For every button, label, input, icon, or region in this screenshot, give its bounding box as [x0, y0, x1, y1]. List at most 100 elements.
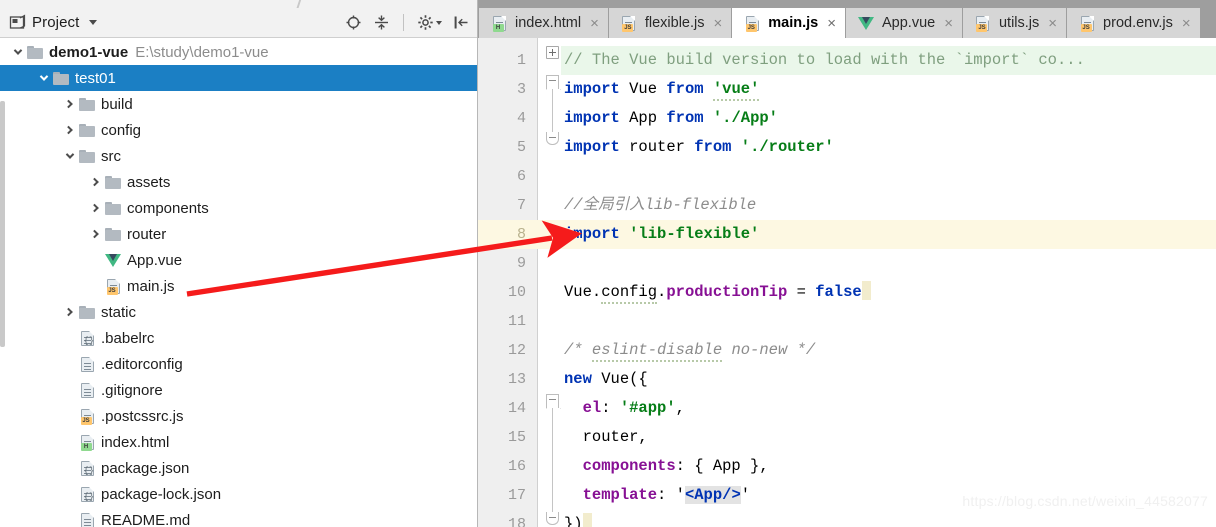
chevron-down-icon[interactable] — [62, 148, 78, 164]
tree-item-static[interactable]: static — [0, 299, 477, 325]
collapse-all-icon[interactable] — [373, 14, 390, 31]
tree-item-components[interactable]: components — [0, 195, 477, 221]
folder-icon — [27, 45, 43, 59]
tab-close-icon[interactable]: × — [827, 16, 836, 31]
chevron-right-icon[interactable] — [88, 226, 104, 242]
tree-item--gitignore[interactable]: .gitignore — [0, 377, 477, 403]
editor-tab-flexible-js[interactable]: JS flexible.js × — [608, 8, 733, 38]
tree-item-main-js[interactable]: JS main.js — [0, 273, 477, 299]
editor-tab-index-html[interactable]: Hindex.html × — [478, 8, 609, 38]
line-number: 4 — [516, 110, 526, 127]
tab-label: flexible.js — [644, 15, 705, 31]
tab-close-icon[interactable]: × — [1182, 16, 1191, 31]
line-content: template: '<App/>' — [582, 486, 751, 504]
js-file-icon: JS — [745, 15, 759, 32]
editor-tab-app-vue[interactable]: App.vue × — [846, 8, 963, 38]
html-file-icon: H — [492, 15, 506, 32]
tree-item-assets[interactable]: assets — [0, 169, 477, 195]
editor-tab-bar[interactable]: Hindex.html × JS flexible.js × JS main.js × App.… — [478, 0, 1216, 38]
tree-item--babelrc[interactable]: {} .babelrc — [0, 325, 477, 351]
folder-icon — [79, 305, 95, 319]
chevron-down-icon[interactable] — [10, 44, 26, 60]
tab-close-icon[interactable]: × — [714, 16, 723, 31]
editor-tab-utils-js[interactable]: JS utils.js × — [962, 8, 1068, 38]
code-line-7[interactable]: 7 //全局引入lib-flexible — [478, 191, 1216, 220]
code-editor[interactable]: 1 // The Vue build version to load with t… — [478, 38, 1216, 527]
code-line-14[interactable]: 14 el: '#app', — [478, 394, 1216, 423]
code-line-15[interactable]: 15 router, — [478, 423, 1216, 452]
chevron-right-icon[interactable] — [88, 174, 104, 190]
tree-item-src[interactable]: src — [0, 143, 477, 169]
folder-icon — [79, 123, 95, 137]
tree-item-package-lock-json[interactable]: {} package-lock.json — [0, 481, 477, 507]
code-line-18[interactable]: 18}) — [478, 510, 1216, 527]
editor-tab-main-js[interactable]: JS main.js × — [732, 8, 846, 38]
code-line-5[interactable]: 5 import router from './router' — [478, 133, 1216, 162]
code-line-16[interactable]: 16 components: { App }, — [478, 452, 1216, 481]
line-content: new Vue({ — [564, 370, 648, 388]
project-title-group[interactable]: Project — [0, 14, 98, 31]
chevron-down-icon[interactable] — [36, 70, 52, 86]
tree-item-test01[interactable]: test01 — [0, 65, 477, 91]
vue-file-icon — [105, 253, 121, 267]
hide-panel-icon[interactable] — [453, 14, 470, 31]
tree-item-label: main.js — [127, 277, 175, 295]
tab-close-icon[interactable]: × — [944, 16, 953, 31]
chevron-down-icon[interactable] — [89, 20, 98, 25]
line-number: 6 — [516, 168, 526, 185]
editor-area: Hindex.html × JS flexible.js × JS main.js × App.… — [478, 0, 1216, 527]
chevron-right-icon[interactable] — [62, 122, 78, 138]
tree-item-router[interactable]: router — [0, 221, 477, 247]
tab-close-icon[interactable]: × — [1048, 16, 1057, 31]
code-line-10[interactable]: 10 Vue.config.productionTip = false — [478, 278, 1216, 307]
line-number: 16 — [507, 458, 526, 475]
project-file-tree[interactable]: demo1-vue E:\study\demo1-vue test01 build co… — [0, 39, 477, 527]
gear-dropdown-caret-icon[interactable] — [436, 20, 442, 25]
project-toolbar: Project — [0, 8, 477, 38]
tree-item-label: assets — [127, 173, 171, 191]
code-line-4[interactable]: 4 import App from './App' — [478, 104, 1216, 133]
tree-item-readme-md[interactable]: README.md — [0, 507, 477, 527]
folder-icon — [79, 149, 95, 163]
line-number: 8 — [478, 220, 526, 249]
code-line-13[interactable]: 13 new Vue({ — [478, 365, 1216, 394]
locate-target-icon[interactable] — [345, 14, 362, 31]
code-line-8[interactable]: 8 import 'lib-flexible' — [478, 220, 1216, 249]
chevron-right-icon[interactable] — [88, 200, 104, 216]
line-number: 1 — [516, 52, 526, 69]
tree-item-package-json[interactable]: {} package.json — [0, 455, 477, 481]
toolbar-divider — [403, 14, 404, 31]
code-line-12[interactable]: 12 /* eslint-disable no-new */ — [478, 336, 1216, 365]
tab-close-icon[interactable]: × — [590, 16, 599, 31]
line-number: 11 — [507, 313, 526, 330]
line-content: import App from './App' — [564, 109, 778, 127]
code-line-6[interactable]: 6 — [478, 162, 1216, 191]
tree-item-label: test01 — [75, 69, 116, 87]
folder-icon — [105, 227, 121, 241]
tree-item-build[interactable]: build — [0, 91, 477, 117]
tree-item-index-html[interactable]: Hindex.html — [0, 429, 477, 455]
code-line-1[interactable]: 1 // The Vue build version to load with t… — [478, 46, 1216, 75]
project-tool-window: Project demo1-vue E:\study\demo1-vue tes… — [0, 0, 478, 527]
code-line-11[interactable]: 11 — [478, 307, 1216, 336]
tree-item-app-vue[interactable]: App.vue — [0, 247, 477, 273]
vue-file-icon — [858, 16, 874, 30]
tab-label: index.html — [515, 15, 582, 31]
tab-label: App.vue — [882, 15, 936, 31]
chevron-right-icon[interactable] — [62, 96, 78, 112]
tree-item-demo1-vue[interactable]: demo1-vue E:\study\demo1-vue — [0, 39, 477, 65]
tree-item-label: README.md — [101, 511, 191, 527]
tree-item-config[interactable]: config — [0, 117, 477, 143]
settings-gear-icon[interactable] — [417, 14, 442, 31]
folder-icon — [79, 97, 95, 111]
chevron-right-icon[interactable] — [62, 304, 78, 320]
tree-item--editorconfig[interactable]: .editorconfig — [0, 351, 477, 377]
ide-window: Project demo1-vue E:\study\demo1-vue tes… — [0, 0, 1216, 527]
code-line-3[interactable]: 3 import Vue from 'vue' — [478, 75, 1216, 104]
editor-tab-prod-env-js[interactable]: JS prod.env.js × — [1067, 8, 1201, 38]
code-line-9[interactable]: 9 — [478, 249, 1216, 278]
tree-item--postcssrc-js[interactable]: JS .postcssrc.js — [0, 403, 477, 429]
